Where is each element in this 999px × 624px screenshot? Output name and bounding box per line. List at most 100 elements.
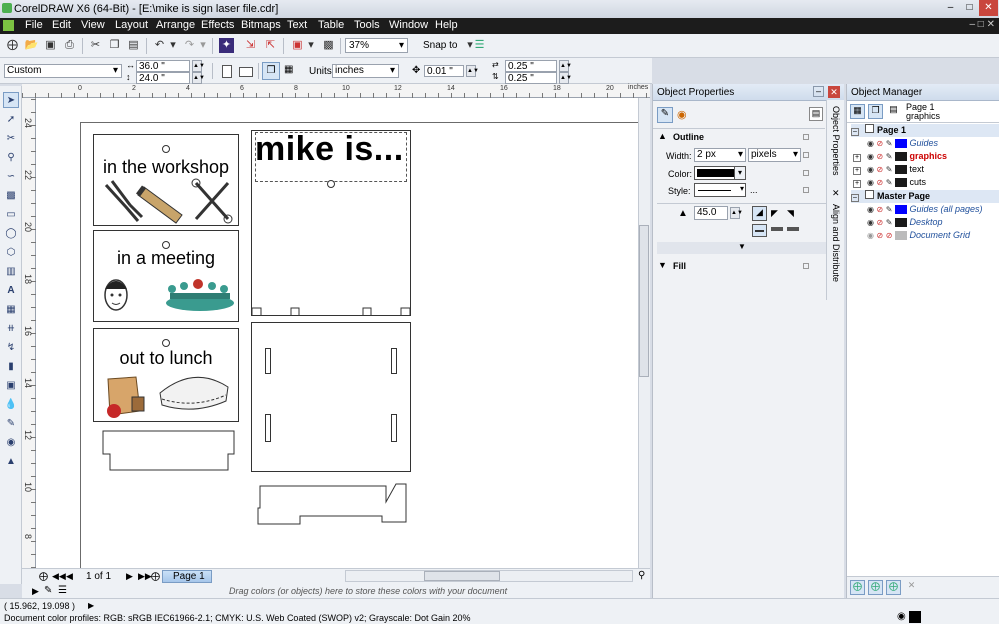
launcher-dropdown-icon[interactable]: ▾: [307, 38, 315, 53]
fill-indicator-icon[interactable]: ◉: [897, 611, 906, 622]
eye-icon[interactable]: ◉: [867, 152, 874, 161]
fill-color-swatch[interactable]: [909, 611, 921, 623]
docker-collapse-icon[interactable]: –: [813, 86, 824, 97]
expand-icon[interactable]: +: [853, 180, 861, 188]
add-page-icon[interactable]: ⨁: [39, 571, 48, 582]
eye-icon[interactable]: ◉: [867, 205, 874, 214]
tab-object-properties[interactable]: Object Properties: [831, 106, 841, 176]
tab-page-1[interactable]: Page 1: [162, 570, 212, 583]
landscape-icon[interactable]: [239, 67, 253, 77]
redo-icon[interactable]: ↷: [182, 38, 197, 53]
outline-units-select[interactable]: pixels ▾: [748, 148, 801, 162]
menu-arrange[interactable]: Arrange: [156, 19, 195, 31]
zoom-tool-icon[interactable]: ⚲: [3, 150, 19, 166]
shape-tool-icon[interactable]: ➚: [3, 112, 19, 128]
menu-tools[interactable]: Tools: [354, 19, 380, 31]
duplicate-y-field[interactable]: 0.25 ": [505, 72, 557, 84]
docker-close-icon[interactable]: ✕: [828, 86, 840, 98]
horizontal-ruler[interactable]: 0 2 4 6 8 10 12 14 16 18 20 inches: [22, 84, 650, 98]
tree-layer-text[interactable]: + ◉ ⊘ ✎ text: [853, 163, 999, 176]
eye-hidden-icon[interactable]: ◉: [867, 231, 874, 240]
outline-style-select[interactable]: ▾: [694, 183, 746, 197]
eye-icon[interactable]: ◉: [867, 218, 874, 227]
rectangle-tool-icon[interactable]: ▭: [3, 207, 19, 223]
sign-card-lunch[interactable]: out to lunch: [93, 328, 239, 422]
page-width-field[interactable]: 36.0 ": [136, 60, 190, 72]
bevel-corner-icon[interactable]: ◥: [787, 208, 794, 219]
tree-master-page[interactable]: – Master Page: [851, 190, 999, 203]
table-tool-icon[interactable]: ▦: [3, 302, 19, 318]
eye-icon[interactable]: ◉: [867, 178, 874, 187]
palette-options-icon[interactable]: ▶: [32, 586, 39, 597]
menu-file[interactable]: File: [25, 19, 43, 31]
freehand-tool-icon[interactable]: ∽: [3, 169, 19, 185]
last-page-icon[interactable]: ▶▶: [138, 571, 152, 582]
layer-color-swatch[interactable]: [894, 139, 907, 149]
outline-tool-icon[interactable]: ✎: [3, 416, 19, 432]
more-styles-button[interactable]: ...: [750, 185, 758, 195]
fill-section-title[interactable]: Fill: [673, 261, 686, 271]
eye-icon[interactable]: ◉: [867, 139, 874, 148]
outline-checkbox[interactable]: [803, 134, 809, 140]
print-disabled-icon[interactable]: ⊘: [877, 205, 884, 214]
menu-edit[interactable]: Edit: [52, 19, 71, 31]
miter-limit-spinner[interactable]: ▲▼: [730, 207, 743, 219]
new-document-icon[interactable]: ⨁: [5, 38, 20, 53]
all-pages-icon[interactable]: ❐: [262, 62, 280, 80]
current-page-icon[interactable]: ▦: [284, 64, 293, 75]
outline-width-select[interactable]: 2 px ▾: [694, 148, 746, 162]
round-cap-icon[interactable]: [771, 227, 783, 231]
duplicate-x-spinner[interactable]: ▲▼: [559, 60, 572, 72]
redo-dropdown-icon[interactable]: ▾: [199, 38, 207, 53]
dimension-tool-icon[interactable]: ⧺: [3, 321, 19, 337]
pencil-icon[interactable]: ✎: [886, 178, 893, 187]
round-corner-icon[interactable]: ◤: [771, 208, 778, 219]
layer-color-swatch[interactable]: [894, 165, 907, 175]
document-window-controls[interactable]: – □ ✕: [969, 19, 995, 30]
search-content-icon[interactable]: ✦: [219, 38, 234, 53]
menu-effects[interactable]: Effects: [201, 19, 234, 31]
tree-layer-guides-all-pages[interactable]: ◉ ⊘ ✎ Guides (all pages): [867, 203, 999, 216]
cut-icon[interactable]: ✂: [88, 38, 103, 53]
undo-icon[interactable]: ↶: [152, 38, 167, 53]
tree-layer-guides[interactable]: ◉ ⊘ ✎ Guides: [867, 137, 999, 150]
base-piece-outline[interactable]: [102, 430, 236, 472]
close-tab-icon[interactable]: ✕: [832, 188, 840, 199]
pick-tool-icon[interactable]: ➤: [3, 92, 19, 108]
page-height-field[interactable]: 24.0 ": [136, 72, 190, 84]
rotation-handle[interactable]: [327, 180, 335, 188]
color-checkbox[interactable]: [803, 170, 809, 176]
tree-layer-desktop[interactable]: ◉ ⊘ ✎ Desktop: [867, 216, 999, 229]
maximize-icon[interactable]: □: [960, 0, 979, 16]
new-layer-icon[interactable]: ⨁: [850, 580, 865, 595]
eye-icon[interactable]: ◉: [867, 165, 874, 174]
new-master-layer-all-icon[interactable]: ⨁: [886, 580, 901, 595]
sign-card-workshop[interactable]: in the workshop: [93, 134, 239, 226]
show-object-properties-icon[interactable]: ▦: [850, 104, 865, 119]
collapse-icon[interactable]: –: [851, 128, 859, 136]
print-disabled-icon[interactable]: ⊘: [877, 231, 884, 240]
expand-icon[interactable]: +: [853, 154, 861, 162]
tree-page-1[interactable]: – Page 1: [851, 124, 999, 137]
square-cap-icon[interactable]: [787, 227, 799, 231]
save-icon[interactable]: ▣: [43, 38, 58, 53]
units-select[interactable]: inches ▾: [332, 64, 399, 78]
pencil-icon[interactable]: ✎: [886, 152, 893, 161]
fill-tab-icon[interactable]: ◉: [677, 108, 687, 121]
print-icon[interactable]: ⊘: [877, 178, 884, 187]
options-icon[interactable]: ☰: [472, 38, 487, 53]
horizontal-scroll-thumb[interactable]: [424, 571, 500, 581]
sign-title-text[interactable]: mike is...: [255, 130, 404, 169]
sign-panel-bottom[interactable]: [251, 322, 411, 472]
sign-card-meeting[interactable]: in a meeting: [93, 230, 239, 322]
duplicate-y-spinner[interactable]: ▲▼: [559, 72, 572, 84]
menu-table[interactable]: Table: [318, 19, 344, 31]
tab-align-distribute[interactable]: Align and Distribute: [831, 204, 841, 282]
menu-layout[interactable]: Layout: [115, 19, 148, 31]
connector-tool-icon[interactable]: ↯: [3, 340, 19, 356]
menu-view[interactable]: View: [81, 19, 105, 31]
butt-cap-icon[interactable]: [752, 224, 767, 237]
document-color-profiles[interactable]: Document color profiles: RGB: sRGB IEC61…: [4, 613, 471, 623]
minimize-icon[interactable]: –: [941, 0, 960, 16]
undo-dropdown-icon[interactable]: ▾: [169, 38, 177, 53]
